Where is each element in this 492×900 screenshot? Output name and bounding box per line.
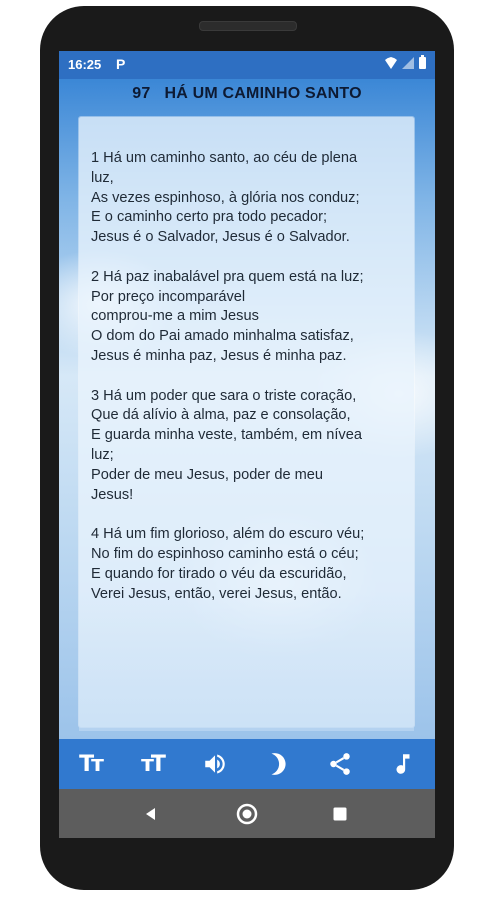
lyric-line: luz,	[91, 169, 114, 186]
speaker-icon	[205, 754, 225, 774]
music-button[interactable]	[377, 739, 429, 789]
nav-recents-button[interactable]	[310, 789, 370, 838]
share-icon	[330, 753, 350, 775]
screen: 16:25 P 97 HÁ UM CAMINHO SANTO 1 Há um ca…	[59, 51, 435, 838]
status-icons	[385, 55, 426, 69]
lyric-line: luz;	[91, 446, 114, 463]
lyric-line: E quando for tirado o véu da escuridão,	[91, 565, 347, 582]
lyric-line: Que dá alívio à alma, paz e consolação,	[91, 407, 351, 424]
nav-home-button[interactable]	[217, 789, 277, 838]
lyric-line: Jesus é minha paz, Jesus é minha paz.	[91, 347, 347, 364]
lyric-line: 4 Há um fim glorioso, além do escuro véu…	[91, 526, 365, 543]
home-icon	[236, 803, 258, 824]
lyric-line: Poder de meu Jesus, poder de meu	[91, 466, 324, 483]
lyric-line: Jesus!	[91, 486, 134, 503]
phone-speaker	[199, 21, 297, 31]
lyric-line: 3 Há um poder que sara o triste coração,	[91, 387, 357, 404]
status-time: 16:25	[68, 57, 102, 72]
android-nav-bar	[59, 789, 435, 838]
wifi-icon	[385, 57, 397, 69]
stanza-3: 3 Há um poder que sara o triste coração,…	[91, 387, 411, 506]
stanza-1: 1 Há um caminho santo, ao céu de plena l…	[91, 149, 411, 248]
notification-p-icon: P	[116, 56, 126, 72]
share-button[interactable]	[314, 739, 366, 789]
increase-font-icon: тT	[141, 751, 166, 777]
lyrics-text: 1 Há um caminho santo, ao céu de plena l…	[91, 149, 411, 624]
back-icon	[146, 807, 155, 820]
lyric-line: comprou-me a mim Jesus	[91, 308, 259, 325]
lyric-line: O dom do Pai amado minhalma satisfaz,	[91, 328, 354, 345]
hymn-title: 97 HÁ UM CAMINHO SANTO	[59, 85, 435, 103]
lyric-line: As vezes espinhoso, à glória nos conduz;	[91, 189, 360, 206]
stanza-2: 2 Há paz inabalável pra quem está na luz…	[91, 268, 411, 367]
lyric-line: Por preço incomparável	[91, 288, 246, 305]
audio-button[interactable]	[189, 739, 241, 789]
stanza-4: 4 Há um fim glorioso, além do escuro véu…	[91, 525, 411, 604]
lyric-line: 2 Há paz inabalável pra quem está na luz…	[91, 268, 364, 285]
night-mode-button[interactable]	[252, 739, 304, 789]
increase-font-button[interactable]: тT	[126, 739, 178, 789]
lyric-line: Jesus é o Salvador, Jesus é o Salvador.	[91, 229, 350, 246]
lyric-line: E o caminho certo pra todo pecador;	[91, 209, 328, 226]
lyric-line: Verei Jesus, então, verei Jesus, então.	[91, 585, 342, 602]
lyric-line: No fim do espinhoso caminho está o céu;	[91, 545, 359, 562]
hymn-title-text: HÁ UM CAMINHO SANTO	[164, 85, 362, 102]
lyric-line: E guarda minha veste, também, em nívea	[91, 427, 362, 444]
status-bar: 16:25 P	[59, 51, 435, 79]
nav-back-button[interactable]	[121, 789, 181, 838]
decrease-font-icon: Tт	[79, 751, 104, 777]
battery-icon	[419, 55, 426, 69]
decrease-font-button[interactable]: Tт	[64, 739, 116, 789]
night-mode-icon	[271, 753, 286, 775]
music-note-icon	[396, 754, 410, 774]
hymn-number: 97	[132, 85, 151, 102]
recents-icon	[333, 807, 347, 820]
no-signal-icon	[402, 57, 414, 69]
lyric-line: 1 Há um caminho santo, ao céu de plena	[91, 150, 358, 166]
bottom-toolbar: Tт тT	[59, 739, 435, 789]
